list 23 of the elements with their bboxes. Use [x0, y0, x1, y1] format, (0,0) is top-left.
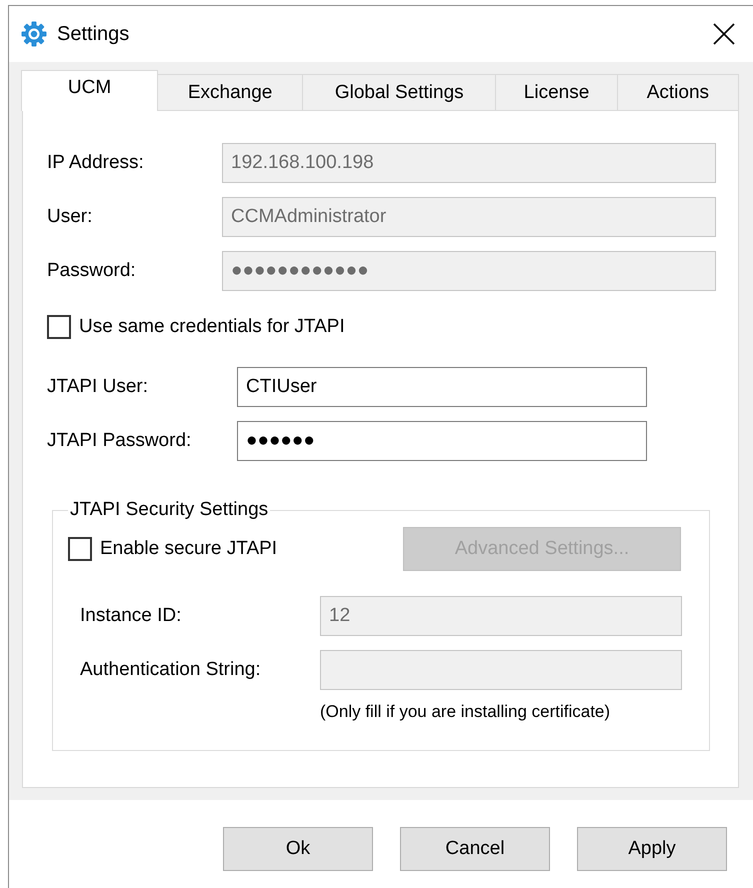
checkbox-label: Enable secure JTAPI [100, 538, 278, 560]
tab[interactable]: Actions [616, 74, 740, 110]
field-label: Authentication String: [80, 659, 262, 681]
checkbox[interactable] [47, 315, 71, 339]
dialog-button[interactable]: Apply [577, 827, 727, 871]
tab[interactable]: UCM [21, 70, 158, 111]
window-title: Settings [57, 22, 130, 46]
close-icon[interactable] [713, 23, 735, 45]
dialog-button[interactable]: Cancel [400, 827, 550, 871]
field-label: JTAPI Password: [47, 430, 192, 452]
field-label: User: [47, 206, 94, 228]
hint-text: (Only fill if you are installing certificate) [320, 702, 612, 722]
input-field[interactable]: CTIUser [237, 367, 647, 407]
input-field[interactable]: ●●●●●● [237, 421, 647, 461]
field-label: JTAPI User: [47, 376, 149, 398]
checkbox[interactable] [68, 537, 92, 561]
field-label: Password: [47, 260, 137, 282]
field-label: IP Address: [47, 152, 145, 174]
dialog-button[interactable]: Ok [223, 827, 373, 871]
gear-icon [21, 21, 47, 47]
group-title: JTAPI Security Settings [69, 499, 270, 521]
field-label: Instance ID: [80, 605, 182, 627]
checkbox-label: Use same credentials for JTAPI [79, 316, 345, 338]
